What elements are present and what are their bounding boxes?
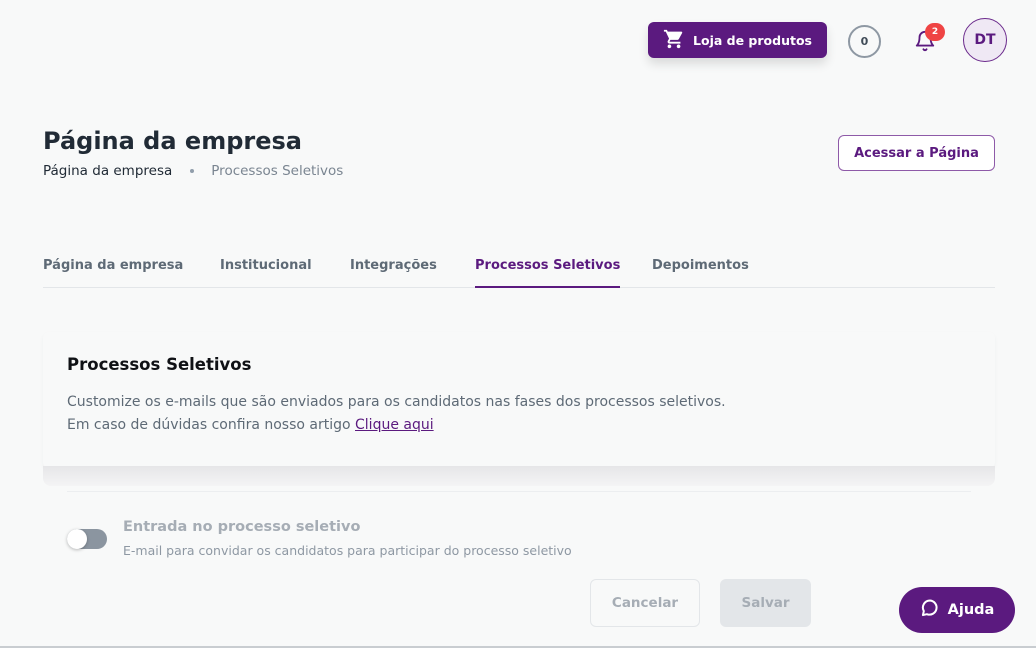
divider — [67, 491, 971, 492]
coins-counter[interactable]: 0 — [848, 25, 881, 58]
email-toggle[interactable] — [67, 529, 107, 549]
breadcrumb-separator — [190, 169, 195, 173]
description-line-1: Customize os e-mails que são enviados pa… — [67, 394, 726, 410]
notification-badge: 2 — [925, 23, 945, 41]
page-title: Página da empresa — [43, 127, 302, 155]
tab-testimonials[interactable]: Depoimentos — [652, 246, 749, 288]
description-prefix: Em caso de dúvidas confira nosso artigo — [67, 417, 356, 433]
help-button[interactable]: Ajuda — [899, 587, 1015, 633]
tab-selection-processes[interactable]: Processos Seletivos — [475, 246, 621, 288]
breadcrumb: Página da empresa Processos Seletivos — [43, 163, 343, 179]
shop-button-label: Loja de produtos — [693, 32, 812, 48]
section-description: Customize os e-mails que são enviados pa… — [67, 391, 726, 437]
card-shadow-strip — [43, 466, 995, 486]
top-bar: Loja de produtos 0 2 DT — [0, 0, 1036, 80]
setting-title: Entrada no processo seletivo — [123, 519, 361, 535]
help-article-link[interactable]: Clique aqui — [355, 417, 434, 433]
tab-company-page[interactable]: Página da empresa — [43, 246, 183, 288]
save-button[interactable]: Salvar — [720, 579, 811, 627]
chat-icon — [920, 598, 940, 622]
cancel-button[interactable]: Cancelar — [590, 579, 700, 627]
avatar[interactable]: DT — [963, 18, 1007, 62]
description-line-2: Em caso de dúvidas confira nosso artigo … — [67, 414, 726, 437]
cart-icon — [663, 28, 685, 53]
help-label: Ajuda — [947, 602, 995, 618]
setting-description: E-mail para convidar os candidatos para … — [123, 543, 572, 558]
toggle-knob — [67, 529, 87, 549]
breadcrumb-item-company-page[interactable]: Página da empresa — [43, 163, 172, 179]
access-page-button[interactable]: Acessar a Página — [838, 135, 995, 171]
section-title: Processos Seletivos — [67, 355, 252, 374]
shop-button[interactable]: Loja de produtos — [648, 22, 827, 58]
tab-integrations[interactable]: Integrações — [350, 246, 437, 288]
tab-institutional[interactable]: Institucional — [220, 246, 312, 288]
tab-bar: Página da empresa Institucional Integraç… — [43, 246, 995, 288]
breadcrumb-item-current: Processos Seletivos — [211, 163, 344, 179]
